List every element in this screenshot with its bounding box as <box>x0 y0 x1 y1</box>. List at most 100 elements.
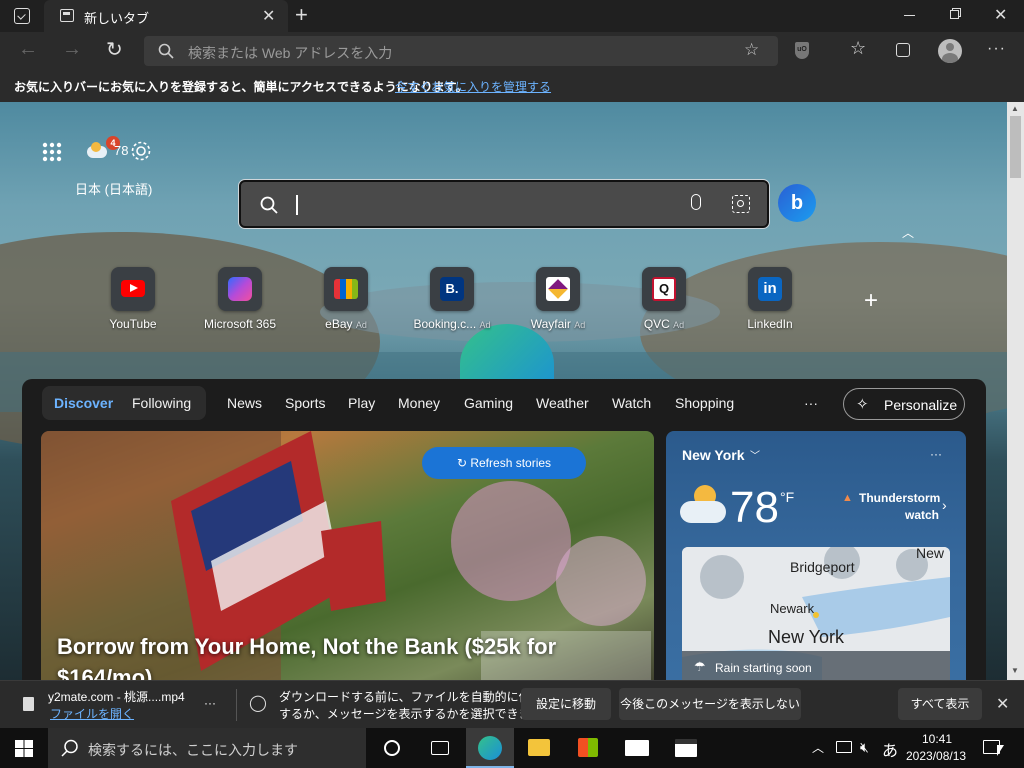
scroll-down-arrow[interactable]: ▼ <box>1011 666 1019 675</box>
quicklink-booking[interactable]: B. <box>430 267 474 311</box>
tab-new-tab[interactable]: 新しいタブ ✕ <box>44 0 288 32</box>
task-view-icon[interactable] <box>431 741 449 755</box>
go-to-settings-button[interactable]: 設定に移動 <box>521 688 611 720</box>
clock-time[interactable]: 10:41 <box>922 732 952 746</box>
profile-avatar[interactable] <box>938 39 962 63</box>
tab-weather[interactable]: Weather <box>536 385 589 421</box>
more-tabs-icon[interactable]: ··· <box>804 385 818 421</box>
quicklink-label-text: eBay <box>325 317 353 331</box>
tab-play[interactable]: Play <box>348 385 375 421</box>
quicklink-microsoft365[interactable] <box>218 267 262 311</box>
tab-close-icon[interactable]: ✕ <box>262 6 275 26</box>
taskbar-file-explorer[interactable] <box>515 728 563 768</box>
tab-money[interactable]: Money <box>398 385 440 421</box>
quicklink-qvc[interactable]: Q <box>642 267 686 311</box>
weather-more-icon[interactable]: ··· <box>930 447 942 461</box>
visual-search-icon[interactable] <box>732 195 750 213</box>
collapse-chevron-icon[interactable]: ︿ <box>902 224 914 241</box>
quicklink-label: Microsoft 365 <box>190 317 290 331</box>
start-button[interactable] <box>15 740 33 757</box>
show-all-label: すべて表示 <box>910 697 970 711</box>
volume-muted-icon[interactable]: 🔇︎ <box>860 739 869 756</box>
taskbar: 検索するには、ここに入力します ︿ 🔇︎ あ 10:41 2023/08/13 <box>0 728 1024 768</box>
tab-news[interactable]: News <box>227 385 262 421</box>
search-icon <box>158 43 174 59</box>
close-download-bar-icon[interactable]: ✕ <box>996 694 1009 714</box>
ublock-extension-icon[interactable]: uO <box>795 42 809 59</box>
taskbar-video-editor[interactable] <box>662 728 710 768</box>
add-favorite-icon[interactable]: ☆ <box>744 40 759 60</box>
weather-map[interactable]: Bridgeport Newark New York New ☂ Rain st… <box>682 547 950 680</box>
taskbar-edge[interactable] <box>466 728 514 768</box>
divider <box>236 689 237 721</box>
quicklink-label: Wayfair Ad <box>508 317 608 331</box>
voice-search-icon[interactable] <box>691 194 701 210</box>
taskbar-search-placeholder: 検索するには、ここに入力します <box>88 742 298 758</box>
collections-icon[interactable] <box>896 43 910 57</box>
restore-button[interactable] <box>950 10 959 19</box>
quicklink-linkedin[interactable]: in <box>748 267 792 311</box>
weather-city[interactable]: New York <box>682 447 745 463</box>
file-icon <box>23 697 34 711</box>
close-window-button[interactable]: ✕ <box>994 5 1007 25</box>
ime-indicator[interactable]: あ <box>882 737 898 761</box>
taskbar-mail[interactable] <box>613 728 661 768</box>
quicklink-youtube[interactable] <box>111 267 155 311</box>
manage-favorites-link[interactable]: 今すぐお気に入りを管理する <box>395 78 551 95</box>
forward-button[interactable]: → <box>62 38 82 61</box>
bing-chat-button[interactable]: b <box>778 184 816 222</box>
dont-show-again-button[interactable]: 今後このメッセージを表示しない <box>619 688 801 720</box>
tab-sports[interactable]: Sports <box>285 385 325 421</box>
minimize-button[interactable] <box>904 15 915 16</box>
chevron-down-icon[interactable]: ﹀ <box>750 447 760 462</box>
add-quicklink-button[interactable]: + <box>864 287 878 315</box>
settings-more-icon[interactable]: ··· <box>987 40 1006 58</box>
tab-actions-icon[interactable] <box>14 8 30 24</box>
hero-story-card[interactable]: ↻ Refresh stories Borrow from Your Home,… <box>41 431 654 680</box>
quicklink-label: Booking.c... Ad <box>402 317 502 331</box>
refresh-button[interactable]: ↻ <box>106 37 123 62</box>
alert-title[interactable]: Thunderstorm <box>859 491 940 505</box>
show-all-button[interactable]: すべて表示 <box>898 688 982 720</box>
personalize-button[interactable]: ✧ Personalize <box>843 388 965 420</box>
qvc-icon: Q <box>652 277 676 301</box>
download-more-icon[interactable]: ··· <box>204 696 216 710</box>
quicklink-label-text: Booking.c... <box>413 317 477 331</box>
scroll-up-arrow[interactable]: ▲ <box>1011 104 1019 113</box>
alert-subtitle[interactable]: watch <box>905 508 939 522</box>
taskbar-search-box[interactable]: 検索するには、ここに入力します <box>48 728 366 768</box>
locale-label[interactable]: 日本 (日本語) <box>75 179 152 198</box>
map-label-newark: Newark <box>770 601 815 616</box>
apps-grid-icon[interactable] <box>42 142 62 162</box>
ebay-icon <box>334 279 358 299</box>
weather-card[interactable]: New York ﹀ ··· 78 °F ▲ Thunderstorm watc… <box>666 431 966 680</box>
new-tab-button[interactable]: + <box>295 2 308 28</box>
tab-shopping[interactable]: Shopping <box>675 385 734 421</box>
tab-gaming[interactable]: Gaming <box>464 385 513 421</box>
refresh-stories-button[interactable]: ↻ Refresh stories <box>422 447 586 479</box>
favorites-icon[interactable]: ☆ <box>850 38 866 59</box>
page-search-box[interactable] <box>239 180 769 228</box>
taskbar-store[interactable] <box>564 728 612 768</box>
cortana-icon[interactable] <box>384 740 400 756</box>
tab-discover[interactable]: Discover <box>54 385 113 421</box>
storm-alert-icon: ▲ <box>842 492 853 504</box>
chevron-right-icon[interactable]: › <box>942 497 947 513</box>
tab-following[interactable]: Following <box>132 385 191 421</box>
clock-date[interactable]: 2023/08/13 <box>906 749 966 763</box>
page-settings-icon[interactable] <box>130 140 152 162</box>
tab-watch[interactable]: Watch <box>612 385 651 421</box>
open-file-link[interactable]: ファイルを開く <box>50 705 134 722</box>
page-scrollbar[interactable]: ▲ ▼ <box>1007 102 1024 680</box>
map-label-bridgeport: Bridgeport <box>790 559 855 575</box>
network-icon[interactable] <box>836 741 852 753</box>
story-headline[interactable]: Borrow from Your Home, Not the Bank ($25… <box>57 631 617 680</box>
back-button[interactable]: ← <box>18 38 38 61</box>
tray-overflow-icon[interactable]: ︿ <box>812 739 824 756</box>
scroll-thumb[interactable] <box>1010 116 1021 178</box>
quicklink-wayfair[interactable] <box>536 267 580 311</box>
quicklink-ebay[interactable] <box>324 267 368 311</box>
windows-logo-icon <box>15 740 33 757</box>
address-bar[interactable]: 検索または Web アドレスを入力 ☆ <box>144 36 778 66</box>
address-input[interactable]: 検索または Web アドレスを入力 <box>188 43 392 63</box>
